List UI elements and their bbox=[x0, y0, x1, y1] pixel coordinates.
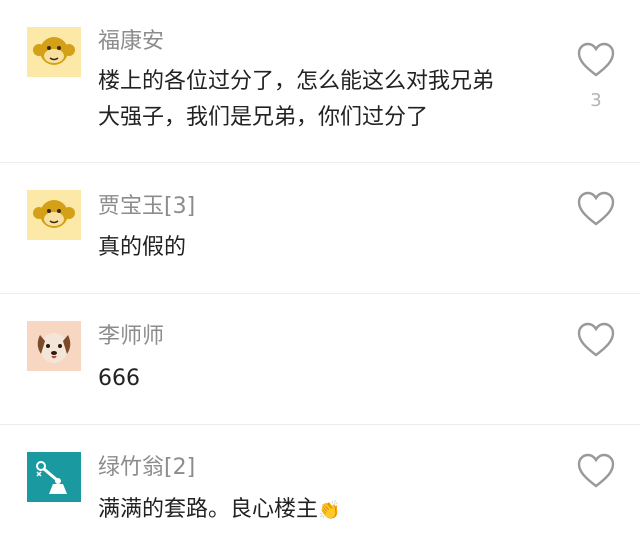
comment-item: 李师师 666 bbox=[0, 294, 640, 425]
heart-outline-icon bbox=[577, 191, 615, 226]
dog-icon bbox=[27, 321, 81, 371]
heart-outline-icon bbox=[577, 453, 615, 488]
heart-outline-icon bbox=[577, 42, 615, 77]
comment-item: 绿竹翁[2] 满满的套路。良心楼主👏 bbox=[0, 425, 640, 536]
username[interactable]: 福康安 bbox=[98, 29, 164, 55]
robot-arm-icon bbox=[27, 452, 81, 502]
username[interactable]: 绿竹翁[2] bbox=[98, 455, 195, 481]
username[interactable]: 李师师 bbox=[98, 324, 164, 350]
avatar[interactable] bbox=[27, 321, 81, 371]
avatar[interactable] bbox=[27, 27, 81, 77]
like-button[interactable] bbox=[576, 322, 616, 358]
comment-text-line: 满满的套路。良心楼主👏 bbox=[98, 491, 340, 530]
comment-item: 贾宝玉[3] 真的假的 bbox=[0, 163, 640, 294]
comment-text: 满满的套路。良心楼主 bbox=[98, 497, 319, 522]
avatar[interactable] bbox=[27, 190, 81, 240]
username[interactable]: 贾宝玉[3] bbox=[98, 194, 195, 220]
comment-item: 福康安 楼上的各位过分了，怎么能这么对我兄弟 大强子，我们是兄弟，你们过分了 3 bbox=[0, 0, 640, 163]
monkey-icon bbox=[27, 190, 81, 240]
like-button[interactable] bbox=[576, 42, 616, 78]
like-count: 3 bbox=[590, 90, 602, 111]
like-button[interactable] bbox=[576, 191, 616, 227]
comment-text-line: 666 bbox=[98, 366, 140, 391]
like-button[interactable] bbox=[576, 453, 616, 489]
monkey-icon bbox=[27, 27, 81, 77]
comment-text-line: 楼上的各位过分了，怎么能这么对我兄弟 bbox=[98, 69, 495, 94]
comment-text-line: 真的假的 bbox=[98, 235, 187, 260]
avatar[interactable] bbox=[27, 452, 81, 502]
heart-outline-icon bbox=[577, 322, 615, 357]
comment-text-line: 大强子，我们是兄弟，你们过分了 bbox=[98, 105, 429, 130]
comment-list: 福康安 楼上的各位过分了，怎么能这么对我兄弟 大强子，我们是兄弟，你们过分了 3… bbox=[0, 0, 640, 536]
clap-emoji: 👏 bbox=[318, 500, 341, 521]
